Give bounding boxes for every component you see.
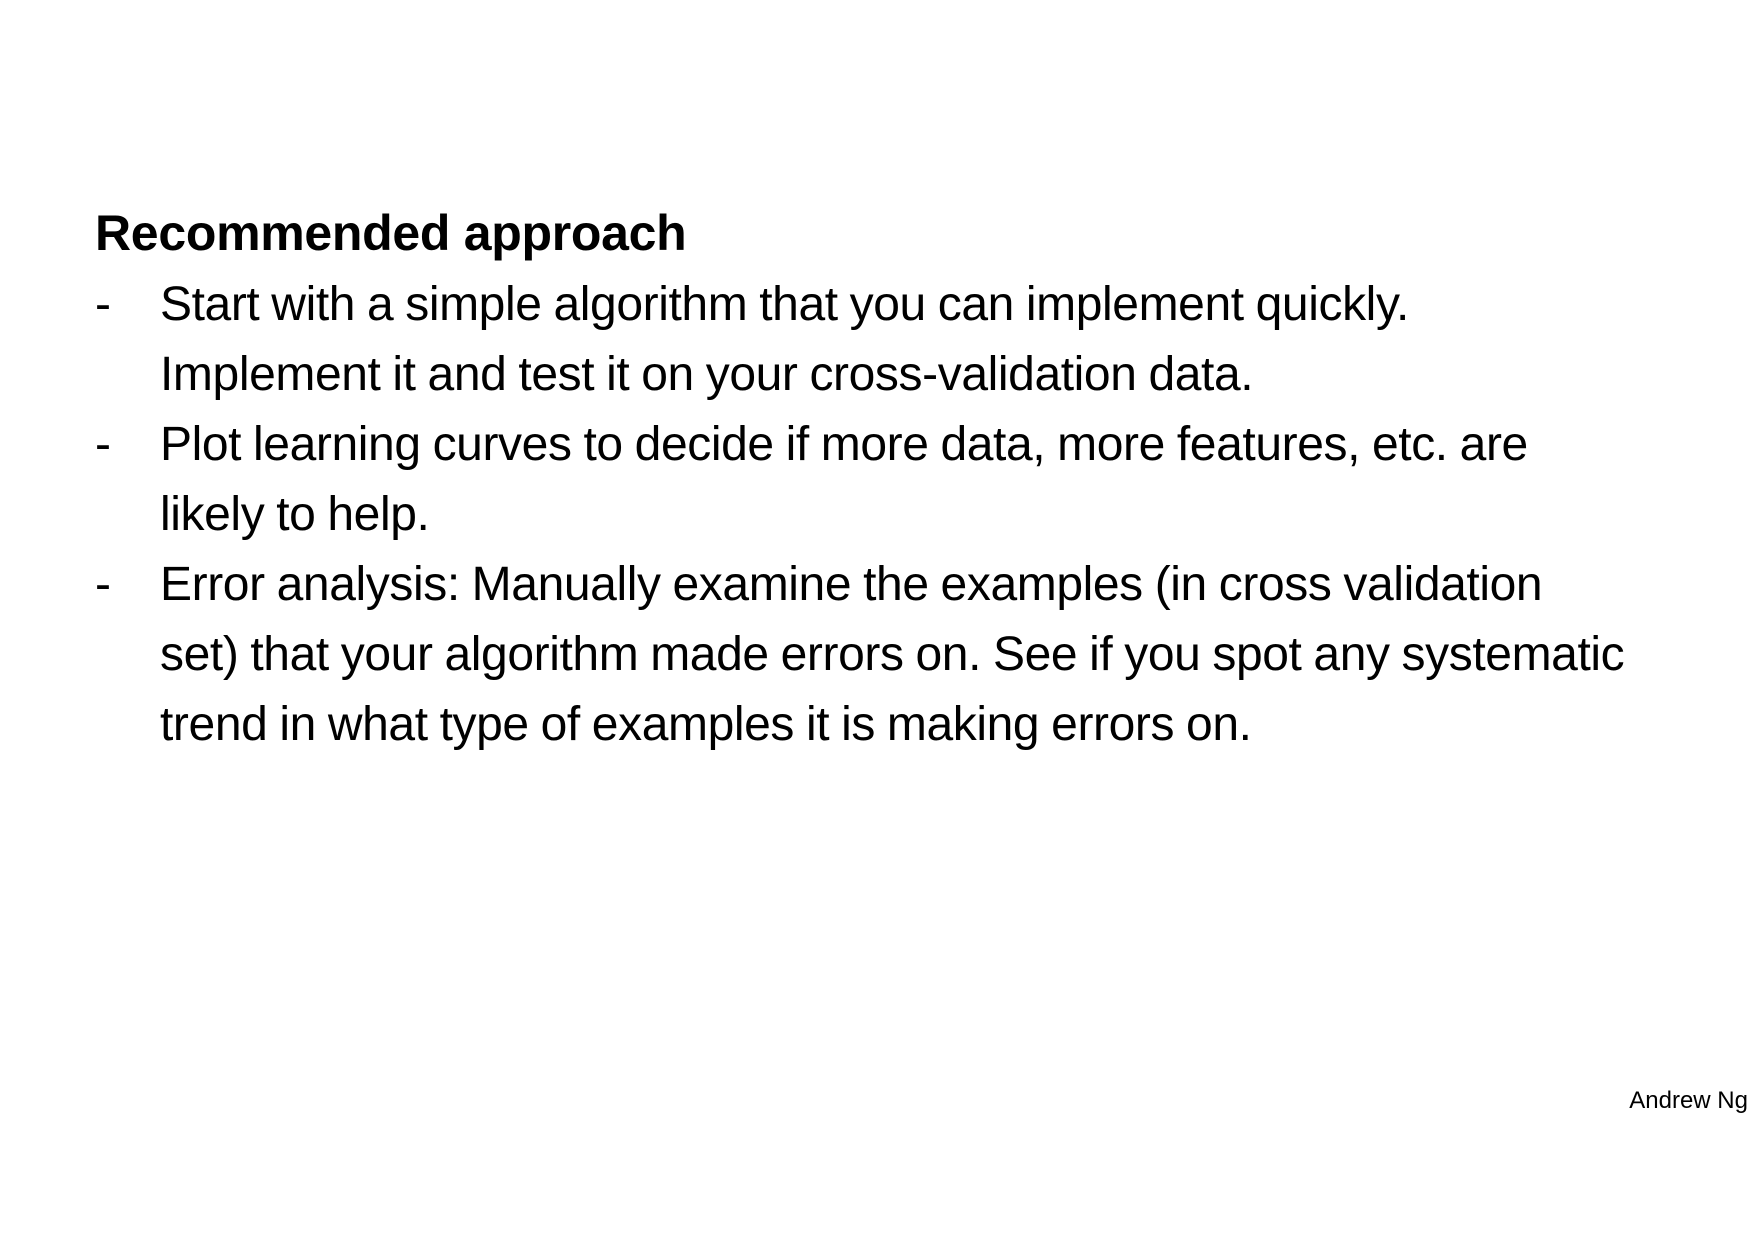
slide: Recommended approach - Start with a simp…: [0, 0, 1754, 1240]
bullet-item-start-simple: - Start with a simple algorithm that you…: [95, 270, 1695, 410]
bullet-marker: -: [95, 418, 111, 471]
bullet-text: Plot learning curves to decide if more d…: [160, 418, 1528, 541]
slide-content: Recommended approach - Start with a simp…: [95, 198, 1695, 760]
bullet-text: Error analysis: Manually examine the exa…: [160, 558, 1625, 751]
author-footer: Andrew Ng: [1629, 1087, 1748, 1114]
bullet-marker: -: [95, 278, 111, 331]
bullet-list: - Start with a simple algorithm that you…: [95, 270, 1695, 760]
bullet-marker: -: [95, 558, 111, 611]
bullet-text: Start with a simple algorithm that you c…: [160, 278, 1409, 401]
slide-title: Recommended approach: [95, 205, 687, 261]
bullet-item-learning-curves: - Plot learning curves to decide if more…: [95, 410, 1695, 550]
bullet-item-error-analysis: - Error analysis: Manually examine the e…: [95, 550, 1695, 760]
